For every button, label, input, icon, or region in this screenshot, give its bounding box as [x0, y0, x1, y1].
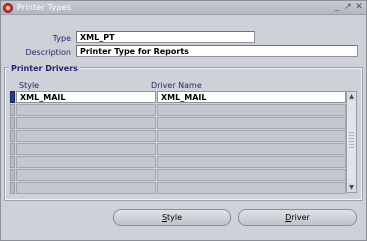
printer-drivers-table: XML_MAIL XML_MAIL	[10, 91, 346, 195]
description-label: Description	[25, 48, 71, 57]
table-row[interactable]	[10, 117, 346, 130]
table-row[interactable]	[10, 169, 346, 182]
driver-name-cell[interactable]	[157, 130, 346, 142]
table-row[interactable]	[10, 143, 346, 156]
row-selector[interactable]	[10, 104, 15, 116]
row-selector[interactable]	[10, 156, 15, 168]
driver-name-column-header: Driver Name	[151, 81, 202, 90]
row-selector[interactable]	[10, 182, 15, 194]
style-cell[interactable]	[16, 182, 156, 194]
driver-name-cell[interactable]	[157, 117, 346, 129]
printer-types-window: Printer Types _ ↗ ✕ Type XML_PT Descript…	[0, 0, 367, 241]
title-bar: Printer Types _ ↗ ✕	[1, 1, 366, 15]
table-row[interactable]	[10, 130, 346, 143]
style-cell[interactable]	[16, 117, 156, 129]
scroll-down-icon[interactable]: ▼	[347, 183, 356, 192]
minimize-icon[interactable]: _	[332, 2, 342, 13]
style-cell[interactable]	[16, 169, 156, 181]
driver-name-cell[interactable]	[157, 182, 346, 194]
style-cell[interactable]	[16, 130, 156, 142]
scroll-up-icon[interactable]: ▲	[347, 92, 356, 101]
table-row[interactable]	[10, 156, 346, 169]
style-cell[interactable]	[16, 156, 156, 168]
style-cell[interactable]: XML_MAIL	[16, 91, 156, 103]
close-icon[interactable]: ✕	[354, 2, 364, 13]
printer-drivers-title: Printer Drivers	[9, 64, 80, 73]
oracle-icon[interactable]	[3, 3, 13, 13]
maximize-icon[interactable]: ↗	[343, 2, 353, 13]
scroll-thumb[interactable]	[349, 132, 354, 150]
driver-name-cell[interactable]: XML_MAIL	[157, 91, 346, 103]
driver-button[interactable]: Driver	[238, 209, 357, 226]
row-selector[interactable]	[10, 143, 15, 155]
style-button-label: tyle	[167, 213, 183, 222]
style-cell[interactable]	[16, 104, 156, 116]
style-cell[interactable]	[16, 143, 156, 155]
driver-name-cell[interactable]	[157, 143, 346, 155]
type-field[interactable]: XML_PT	[76, 31, 255, 43]
driver-name-cell[interactable]	[157, 104, 346, 116]
table-row[interactable]	[10, 104, 346, 117]
window-title: Printer Types	[17, 3, 72, 12]
row-selector[interactable]	[10, 91, 15, 103]
row-selector[interactable]	[10, 169, 15, 181]
description-field[interactable]: Printer Type for Reports	[76, 45, 358, 57]
driver-name-cell[interactable]	[157, 156, 346, 168]
type-label: Type	[52, 34, 71, 43]
table-row[interactable]: XML_MAIL XML_MAIL	[10, 91, 346, 104]
vertical-scrollbar[interactable]: ▲ ▼	[346, 91, 357, 193]
style-button[interactable]: Style	[113, 209, 231, 226]
table-row[interactable]	[10, 182, 346, 195]
driver-name-cell[interactable]	[157, 169, 346, 181]
row-selector[interactable]	[10, 117, 15, 129]
driver-button-label: river	[291, 213, 310, 222]
style-column-header: Style	[19, 81, 40, 90]
row-selector[interactable]	[10, 130, 15, 142]
